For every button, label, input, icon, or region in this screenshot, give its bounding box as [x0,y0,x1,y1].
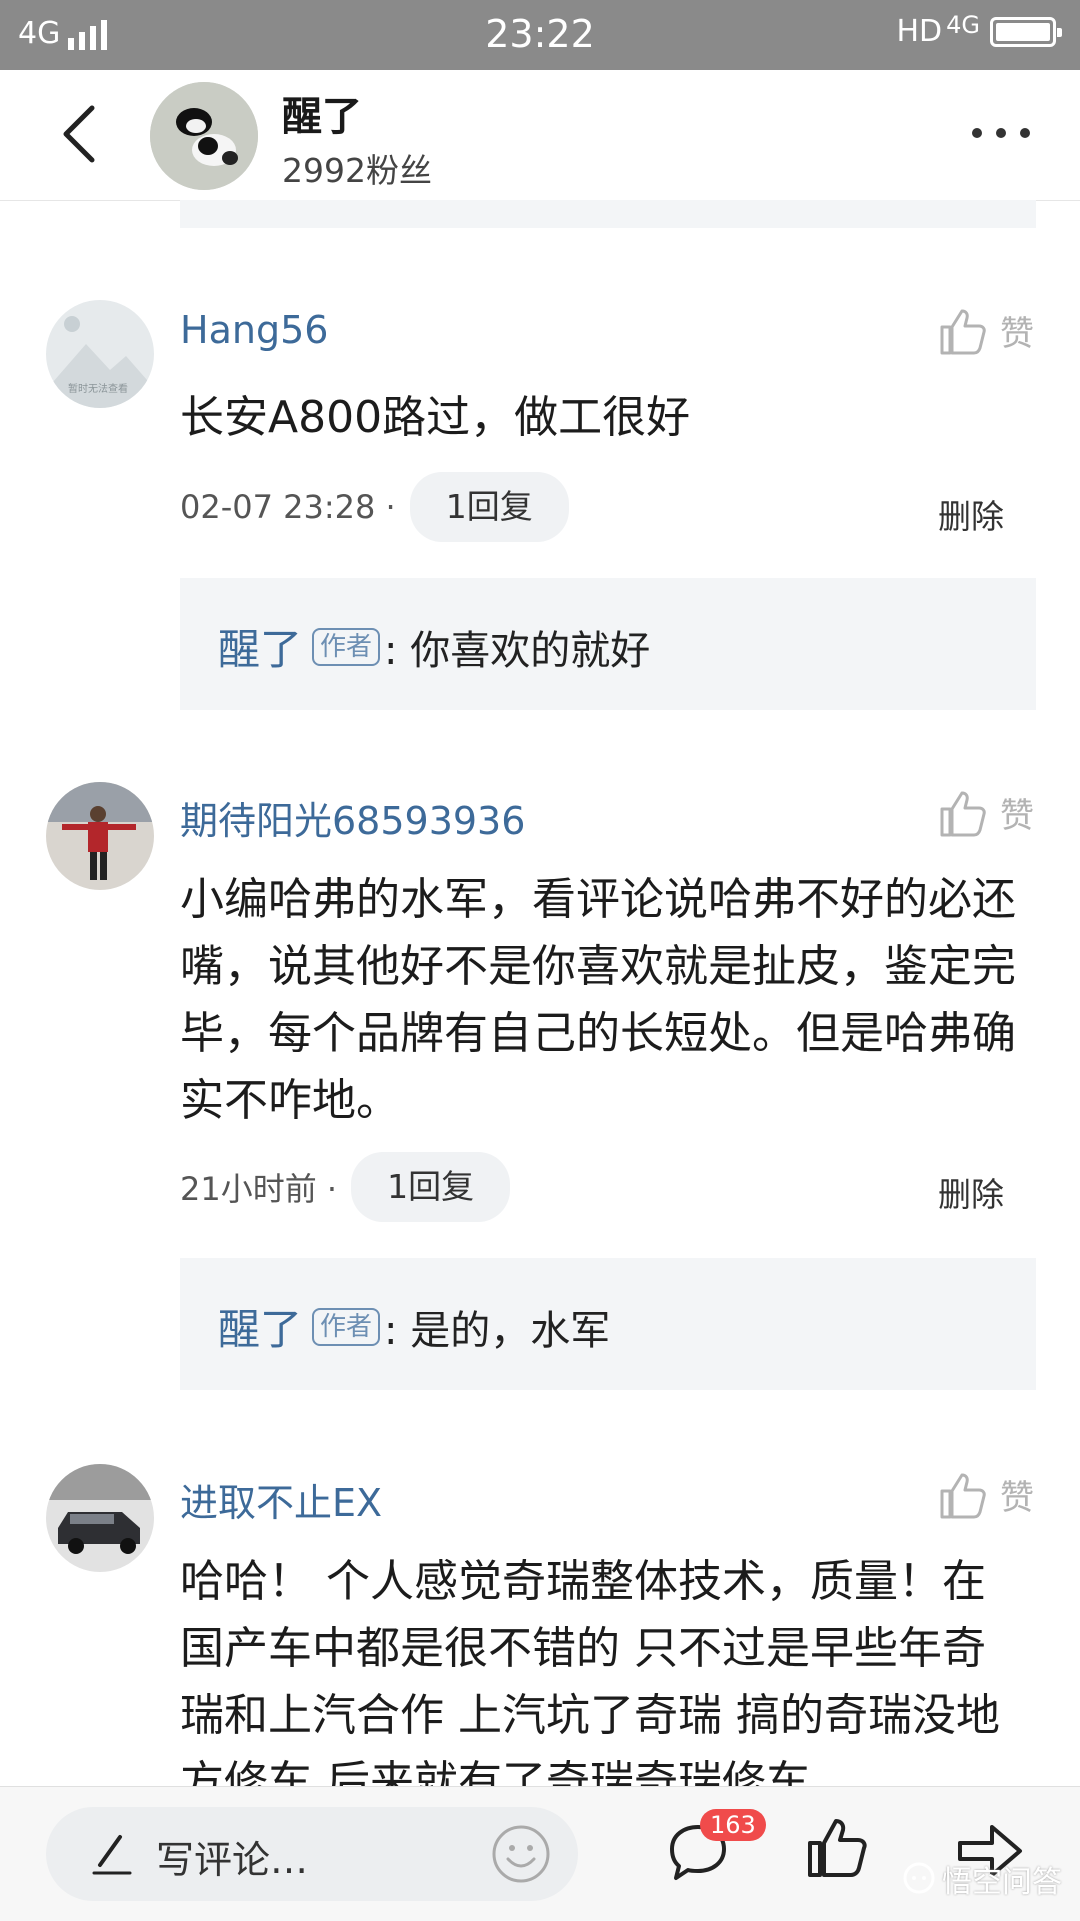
more-button[interactable] [972,128,1030,138]
thumbs-up-icon [940,309,986,354]
author-badge: 作者 [312,627,381,666]
network-type-right: 4G [946,10,980,39]
cat-photo-icon [150,82,258,190]
like-label: 赞 [1000,796,1034,836]
comment-count-badge: 163 [700,1809,766,1841]
like-button[interactable]: 赞 [938,788,1034,837]
comment-text: 哈哈！ 个人感觉奇瑞整体技术，质量！在国产车中都是很不错的 只不过是早些年奇瑞和… [180,1556,1000,1788]
delete-button[interactable]: 删除 [938,490,1004,538]
thumbs-up-icon [940,791,986,836]
write-comment-input[interactable]: 写评论… [46,1807,578,1901]
reply-content: 醒了 作者 : 你喜欢的就好 [218,616,650,677]
previous-reply-box [180,200,1036,228]
comment-time: 21小时前 · [180,1170,338,1208]
reply-box[interactable]: 醒了 作者 : 是的，水军 [180,1258,1036,1390]
reply-count-button[interactable]: 1回复 [409,472,569,542]
fans-count: 2992粉丝 [282,151,432,190]
commenter-avatar[interactable] [46,1464,154,1572]
author-avatar[interactable] [150,82,258,190]
commenter-name[interactable]: 期待阳光68593936 [180,790,525,845]
commenter-avatar[interactable] [46,782,154,890]
watermark: 悟空问答 [902,1857,1062,1901]
pen-icon [92,1835,132,1875]
thumbs-up-icon[interactable] [806,1815,870,1879]
chevron-left-icon [63,105,95,163]
commenter-name[interactable]: Hang56 [180,308,328,352]
comment-time: 02-07 23:28 · [180,488,396,526]
reply-text: : 是的，水军 [384,1307,611,1354]
reply-author[interactable]: 醒了 [218,616,302,677]
watermark-text: 悟空问答 [942,1865,1062,1900]
more-dot-icon [972,128,982,138]
reply-count-button[interactable]: 1回复 [351,1152,511,1222]
thumbs-up-icon [940,1473,986,1518]
commenter-avatar[interactable]: 暂时无法查看 [46,300,154,408]
comment-meta: 02-07 23:28 · 1回复 [180,472,569,542]
comment-text: 长安A800路过，做工很好 [180,392,691,443]
hd-label: HD [896,14,943,49]
like-button[interactable]: 赞 [938,306,1034,355]
write-comment-placeholder: 写评论… [156,1838,309,1882]
page-title[interactable]: 醒了 [282,84,362,142]
delete-button[interactable]: 删除 [938,1168,1004,1216]
bottom-bar: 写评论… 163 悟空问答 [0,1786,1080,1921]
more-dot-icon [996,128,1006,138]
reply-box[interactable]: 醒了 作者 : 你喜欢的就好 [180,578,1036,710]
battery-icon [990,16,1062,47]
like-label: 赞 [1000,1478,1034,1518]
avatar-caption: 暂时无法查看 [68,384,128,395]
comment-text: 小编哈弗的水军，看评论说哈弗不好的必还嘴，说其他好不是你喜欢就是扯皮，鉴定完毕，… [180,874,1016,1126]
status-bar: 4G 23:22 HD 4G [0,0,1080,70]
reply-content: 醒了 作者 : 是的，水军 [218,1296,610,1357]
top-nav: 醒了 2992粉丝 [0,70,1080,201]
status-right: HD 4G [896,10,1062,49]
commenter-name[interactable]: 进取不止EX [180,1472,382,1527]
more-dot-icon [1020,128,1030,138]
back-button[interactable] [52,102,112,166]
reply-author[interactable]: 醒了 [218,1296,302,1357]
like-label: 赞 [1000,314,1034,354]
emoji-button[interactable] [490,1823,552,1885]
comment-meta: 21小时前 · 1回复 [180,1152,511,1222]
person-photo-icon [46,782,154,890]
like-button[interactable]: 赞 [938,1470,1034,1519]
car-photo-icon [46,1464,154,1572]
chat-bubble-logo-icon [903,1862,935,1894]
reply-text: : 你喜欢的就好 [384,627,651,674]
author-badge: 作者 [312,1307,381,1346]
